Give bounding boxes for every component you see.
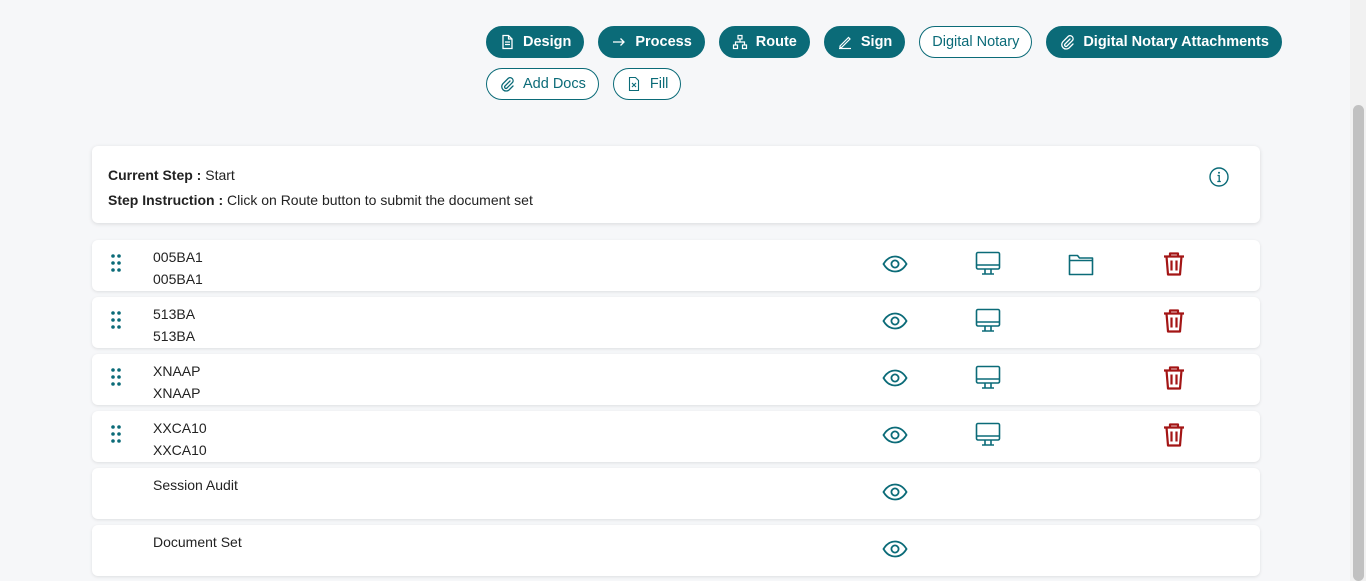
drag-handle-icon[interactable] [109, 424, 123, 444]
document-row: 513BA 513BA [92, 297, 1260, 348]
button-label: Digital Notary Attachments [1083, 34, 1269, 50]
view-icon[interactable] [881, 421, 909, 449]
fill-button[interactable]: Fill [612, 68, 682, 100]
hierarchy-icon [732, 34, 748, 50]
design-button[interactable]: Design [486, 26, 585, 58]
document-title: XXCA10 [153, 420, 207, 436]
document-row: XXCA10 XXCA10 [92, 411, 1260, 462]
current-step-panel: Current Step : Start Step Instruction : … [92, 146, 1260, 223]
view-icon[interactable] [881, 364, 909, 392]
document-name: Document Set [153, 531, 242, 553]
trash-icon[interactable] [1160, 364, 1188, 392]
desktop-icon[interactable] [974, 307, 1002, 335]
info-icon[interactable] [1208, 166, 1230, 188]
step-instruction-label: Step Instruction : [108, 192, 224, 208]
paperclip-icon [1059, 34, 1075, 50]
arrow-right-icon [611, 34, 627, 50]
document-row: Document Set [92, 525, 1260, 576]
desktop-icon[interactable] [974, 364, 1002, 392]
document-title: Session Audit [153, 477, 238, 493]
button-label: Design [523, 34, 572, 50]
toolbar-row-primary: Design Process Route Sign Digital Notary Digi… [486, 26, 1286, 58]
document-title: Document Set [153, 534, 242, 550]
document-row: 005BA1 005BA1 [92, 240, 1260, 291]
document-subtitle: 513BA [153, 328, 196, 344]
document-name: Session Audit [153, 474, 238, 496]
document-subtitle: 005BA1 [153, 271, 203, 287]
process-button[interactable]: Process [598, 26, 705, 58]
desktop-icon[interactable] [974, 250, 1002, 278]
button-label: Fill [649, 76, 669, 92]
scrollbar-thumb[interactable] [1353, 105, 1364, 581]
document-row: XNAAP XNAAP [92, 354, 1260, 405]
paperclip-icon [499, 76, 515, 92]
drag-handle-icon[interactable] [109, 310, 123, 330]
trash-icon[interactable] [1160, 307, 1188, 335]
digital-notary-button[interactable]: Digital Notary [919, 26, 1033, 58]
button-label: Sign [860, 34, 893, 50]
action-toolbar: Design Process Route Sign Digital Notary Digi… [486, 26, 1286, 110]
current-step-value: Start [205, 167, 235, 183]
drag-handle-icon[interactable] [109, 253, 123, 273]
document-list: 005BA1 005BA1 513BA 513BA XNAAP XNAAP XX… [92, 240, 1260, 581]
sign-button[interactable]: Sign [823, 26, 906, 58]
document-title: XNAAP [153, 363, 201, 379]
document-title: 005BA1 [153, 249, 203, 265]
document-title: 513BA [153, 306, 196, 322]
document-subtitle: XNAAP [153, 385, 201, 401]
view-icon[interactable] [881, 478, 909, 506]
folder-icon[interactable] [1067, 250, 1095, 278]
current-step-line: Current Step : Start [108, 163, 1244, 188]
document-name: XXCA10 XXCA10 [153, 417, 207, 461]
view-icon[interactable] [881, 307, 909, 335]
current-step-label: Current Step : [108, 167, 202, 183]
document-icon [499, 34, 515, 50]
trash-icon[interactable] [1160, 250, 1188, 278]
trash-icon[interactable] [1160, 421, 1188, 449]
button-label: Add Docs [523, 76, 586, 92]
route-button[interactable]: Route [718, 26, 810, 58]
pen-icon [837, 34, 853, 50]
document-row: Session Audit [92, 468, 1260, 519]
document-name: 513BA 513BA [153, 303, 195, 347]
vertical-scrollbar[interactable] [1350, 0, 1366, 581]
digital-notary-attachments-button[interactable]: Digital Notary Attachments [1046, 26, 1282, 58]
document-subtitle: XXCA10 [153, 442, 207, 458]
view-icon[interactable] [881, 250, 909, 278]
step-instruction-value: Click on Route button to submit the docu… [227, 192, 533, 208]
toolbar-row-secondary: Add Docs Fill [486, 68, 1286, 100]
excel-file-icon [626, 76, 642, 92]
button-label: Route [755, 34, 797, 50]
add-docs-button[interactable]: Add Docs [486, 68, 599, 100]
document-name: XNAAP XNAAP [153, 360, 200, 404]
document-name: 005BA1 005BA1 [153, 246, 203, 290]
view-icon[interactable] [881, 535, 909, 563]
button-label: Digital Notary [932, 34, 1020, 50]
desktop-icon[interactable] [974, 421, 1002, 449]
step-instruction-line: Step Instruction : Click on Route button… [108, 188, 1244, 213]
drag-handle-icon[interactable] [109, 367, 123, 387]
button-label: Process [635, 34, 692, 50]
